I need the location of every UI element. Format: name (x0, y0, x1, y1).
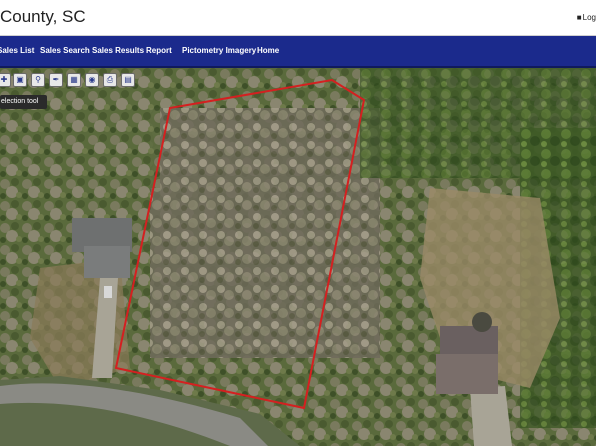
zoom-tool-button[interactable]: ⚲ (31, 73, 45, 87)
layers-icon: ▦ (70, 75, 78, 84)
pan-tool-button[interactable]: ✚ (0, 73, 11, 87)
selection-tool-tooltip: election tool (0, 95, 47, 109)
login-label: Log (582, 13, 596, 22)
page-title: County, SC (0, 7, 86, 26)
nav-sales-search[interactable]: Sales Search (40, 46, 90, 55)
nav-sales-list[interactable]: Sales List (0, 46, 34, 55)
measure-icon: ✒ (52, 75, 60, 84)
zoom-icon: ⚲ (35, 75, 41, 84)
nav-home[interactable]: Home (257, 46, 279, 55)
aerial-imagery (0, 68, 596, 446)
pan-icon: ✚ (0, 75, 8, 84)
layers-tool-button[interactable]: ▦ (67, 73, 81, 87)
app-header: County, SC ■Log (0, 0, 596, 36)
print-icon: ⎙ (106, 75, 114, 84)
nav-pictometry-imagery[interactable]: Pictometry Imagery (182, 46, 256, 55)
selection-tool-icon: ▣ (16, 75, 24, 84)
selection-tool-button[interactable]: ▣ (13, 73, 27, 87)
print-tool-button[interactable]: ⎙ (103, 73, 117, 87)
main-nav: Sales List Sales Search Sales Results Re… (0, 36, 596, 68)
identify-icon: ◉ (88, 75, 96, 84)
measure-tool-button[interactable]: ✒ (49, 73, 63, 87)
identify-tool-button[interactable]: ◉ (85, 73, 99, 87)
nav-report[interactable]: Report (146, 46, 172, 55)
user-icon: ■ (576, 13, 582, 22)
save-icon: ▤ (124, 75, 132, 84)
login-link[interactable]: ■Log (577, 13, 596, 22)
nav-sales-results[interactable]: Sales Results (92, 46, 144, 55)
aerial-map[interactable] (0, 68, 596, 446)
save-tool-button[interactable]: ▤ (121, 73, 135, 87)
